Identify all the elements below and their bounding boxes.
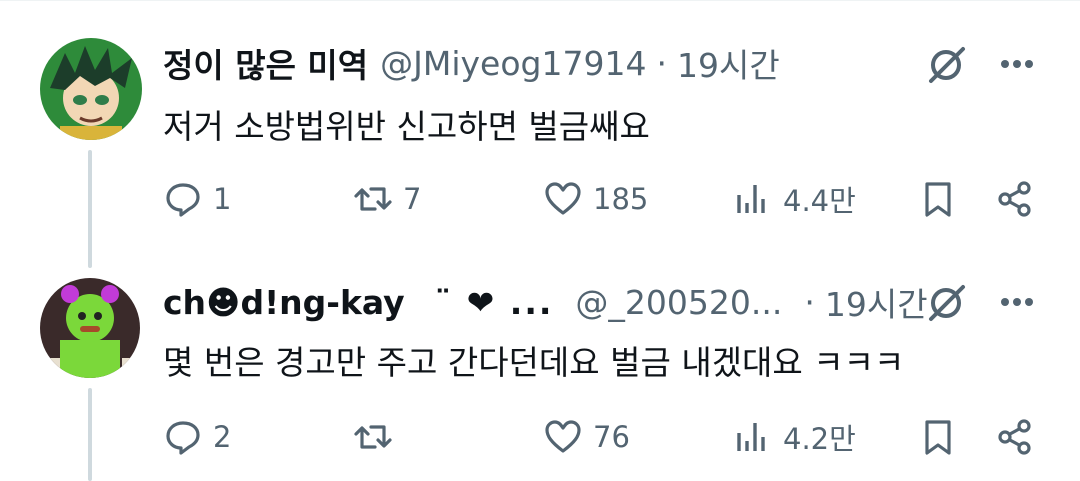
separator-dot: · — [656, 43, 667, 83]
views-button[interactable]: 4.4만 — [733, 174, 856, 224]
bookmark-button[interactable] — [918, 174, 958, 224]
like-icon — [545, 182, 581, 215]
retweet-button[interactable] — [353, 412, 403, 462]
bookmark-button[interactable] — [918, 412, 958, 462]
reply-count: 2 — [213, 420, 232, 454]
tweet[interactable]: 정이 많은 미역 @JMiyeog17914 · 19시간 저거 소방법위반 신… — [0, 0, 1080, 260]
tweet-text: 저거 소방법위반 신고하면 벌금쌔요 — [163, 107, 650, 146]
views-icon — [737, 423, 765, 451]
like-button[interactable]: 76 — [543, 412, 630, 462]
timestamp[interactable]: 19시간 — [825, 278, 928, 326]
grok-icon[interactable] — [925, 42, 969, 86]
share-button[interactable] — [995, 174, 1035, 224]
share-button[interactable] — [995, 412, 1035, 462]
like-count: 185 — [593, 182, 649, 216]
views-icon — [737, 185, 765, 213]
like-icon — [545, 420, 581, 453]
separator-dot: · — [804, 282, 815, 322]
reply-button[interactable]: 2 — [163, 412, 231, 462]
name-badges: ¨ ❤ ... — [434, 282, 554, 322]
view-count: 4.2만 — [783, 422, 856, 456]
reply-icon — [166, 421, 200, 455]
like-count: 76 — [593, 420, 630, 454]
retweet-icon — [354, 187, 392, 211]
more-icon[interactable] — [997, 44, 1037, 84]
view-count: 4.4만 — [783, 184, 856, 218]
user-handle[interactable]: @JMiyeog17914 — [380, 44, 646, 83]
retweet-button[interactable]: 7 — [353, 174, 421, 224]
avatar[interactable] — [40, 38, 142, 140]
more-icon[interactable] — [997, 282, 1037, 322]
display-name[interactable]: 정이 많은 미역 — [163, 39, 368, 87]
retweet-count: 7 — [403, 182, 422, 216]
share-icon — [998, 419, 1031, 455]
share-icon — [998, 181, 1031, 217]
bookmark-icon — [925, 420, 951, 455]
action-bar: 1 7 185 4.4만 — [163, 174, 1043, 224]
timestamp[interactable]: 19시간 — [677, 39, 780, 87]
bookmark-icon — [925, 182, 951, 217]
reply-button[interactable]: 1 — [163, 174, 231, 224]
tweet-header: 정이 많은 미역 @JMiyeog17914 · 19시간 — [163, 39, 780, 87]
tweet-header: ch☻d!ng-kay ¨ ❤ ... @_200520... · 19시간 — [163, 278, 928, 326]
retweet-icon — [354, 425, 392, 449]
like-button[interactable]: 185 — [543, 174, 648, 224]
tweet[interactable]: ch☻d!ng-kay ¨ ❤ ... @_200520... · 19시간 몇… — [0, 268, 1080, 481]
views-button[interactable]: 4.2만 — [733, 412, 856, 462]
user-handle[interactable]: @_200520... — [575, 283, 782, 322]
tweet-text: 몇 번은 경고만 주고 간다던데요 벌금 내겠대요 ㅋㅋㅋ — [163, 343, 905, 382]
avatar[interactable] — [40, 278, 140, 378]
reply-icon — [166, 183, 200, 217]
display-name[interactable]: ch☻d!ng-kay — [163, 283, 405, 322]
grok-icon[interactable] — [925, 280, 969, 324]
action-bar: 2 76 4.2만 — [163, 412, 1043, 462]
reply-count: 1 — [213, 182, 232, 216]
